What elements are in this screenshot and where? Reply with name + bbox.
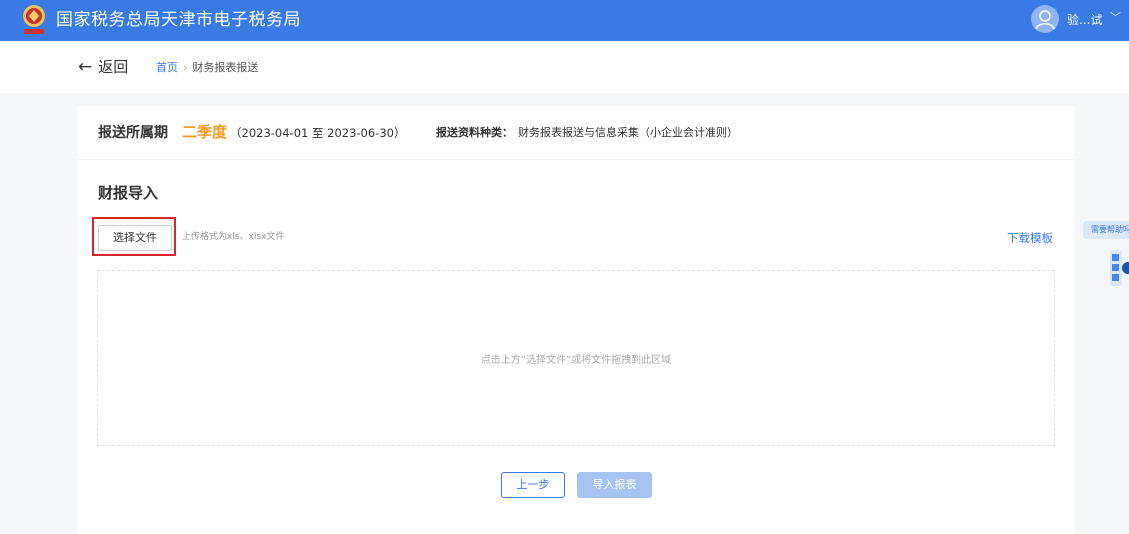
top-header: 国家税务总局天津市电子税务局 验...试 ﹀: [0, 0, 1129, 41]
report-type-label: 报送资料种类：: [436, 126, 513, 139]
choose-file-button[interactable]: 选择文件: [98, 225, 172, 251]
assistant-icon[interactable]: [1104, 246, 1129, 290]
breadcrumb-separator: ›: [183, 61, 188, 74]
period-row: 报送所属期 二季度 （2023-04-01 至 2023-06-30） 报送资料…: [78, 106, 1074, 160]
back-button[interactable]: ← 返回: [78, 57, 128, 77]
breadcrumb-current: 财务报表报送: [192, 61, 259, 74]
app-title: 国家税务总局天津市电子税务局: [56, 10, 301, 30]
file-dropzone[interactable]: 点击上方“选择文件”或将文件拖拽到此区域: [97, 270, 1055, 446]
import-report-button[interactable]: 导入报表: [577, 472, 652, 498]
sub-nav: ← 返回 首页 › 财务报表报送: [0, 41, 1129, 93]
section-title: 财报导入: [98, 184, 159, 202]
report-card: 报送所属期 二季度 （2023-04-01 至 2023-06-30） 报送资料…: [78, 106, 1074, 534]
prev-step-button[interactable]: 上一步: [501, 472, 565, 498]
period-label: 报送所属期: [98, 125, 168, 141]
arrow-left-icon: ←: [78, 57, 93, 77]
dropzone-text: 点击上方“选择文件”或将文件拖拽到此区域: [480, 355, 672, 366]
breadcrumb: 首页 › 财务报表报送: [156, 61, 258, 75]
download-template-link[interactable]: 下载模板: [1007, 230, 1053, 246]
period-quarter: 二季度: [182, 123, 228, 141]
back-label: 返回: [98, 58, 129, 76]
upload-hint: 上传格式为xls、xlsx文件: [182, 232, 285, 242]
user-name[interactable]: 验...试: [1067, 12, 1102, 28]
breadcrumb-home-link[interactable]: 首页: [156, 61, 178, 74]
help-tab[interactable]: 需要帮助吗: [1083, 221, 1129, 239]
user-avatar[interactable]: [1031, 5, 1059, 33]
period-range: （2023-04-01 至 2023-06-30）: [230, 126, 406, 140]
tax-emblem-icon: [23, 5, 45, 34]
chevron-down-icon[interactable]: ﹀: [1110, 10, 1121, 26]
user-icon: [1035, 10, 1055, 30]
report-type-value: 财务报表报送与信息采集（小企业会计准则）: [518, 126, 738, 139]
